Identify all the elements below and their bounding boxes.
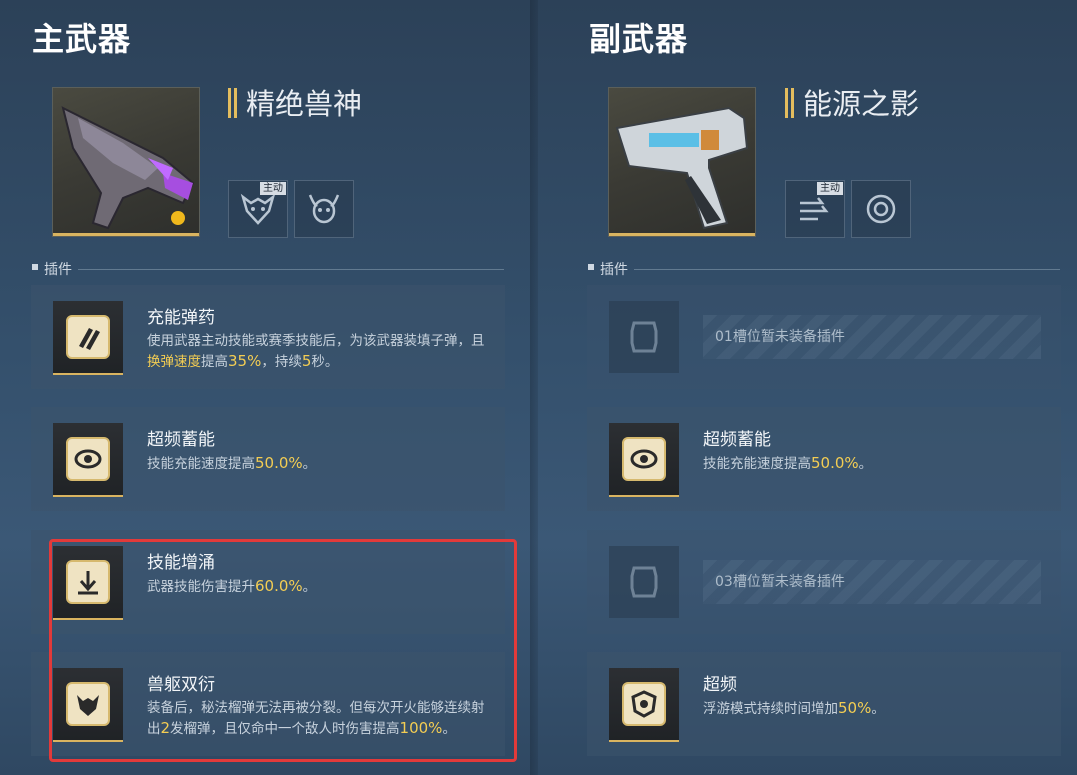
plugin-description: 使用武器主动技能或赛季技能后，为该武器装填子弹，且换弹速度提高35%，持续5秒。 [147, 333, 485, 370]
empty-slot-text: 01槽位暂未装备插件 [703, 315, 1041, 359]
plugin-title: 技能增涌 [147, 553, 215, 573]
plugin-title: 兽躯双衍 [147, 675, 215, 695]
beast-mask-icon [240, 193, 276, 225]
horned-skull-icon [308, 194, 340, 224]
secondary-weapon-title: 副武器 [589, 20, 689, 58]
plugin-icon-box [609, 668, 679, 742]
panel-divider [530, 0, 538, 775]
plugin-description: 浮游模式持续时间增加50%。 [703, 699, 885, 717]
primary-weapon-image[interactable] [52, 87, 200, 237]
section-label-text: 插件 [600, 262, 628, 278]
plugin-icon-box [53, 301, 123, 375]
plugin-description: 技能充能速度提高50.0%。 [147, 454, 317, 472]
active-tag: 主动 [260, 182, 286, 195]
secondary-weapon-image[interactable] [608, 87, 756, 237]
section-divider [78, 269, 504, 270]
secondary-skill-1[interactable]: 主动 [785, 180, 845, 238]
plugin-icon-box [609, 301, 679, 373]
secondary-skill-2[interactable] [851, 180, 911, 238]
eye-icon [74, 449, 102, 469]
plugin-description: 武器技能伤害提升60.0%。 [147, 577, 317, 595]
primary-weapon-name: 精绝兽神 [228, 86, 362, 122]
plugin-title: 充能弹药 [147, 308, 215, 328]
dash-arrows-icon [800, 197, 829, 221]
vortex-icon [866, 194, 896, 224]
empty-slot-icon [630, 566, 658, 598]
section-marker [32, 264, 38, 270]
shield-eye-icon [631, 690, 657, 718]
plugin-icon-box [53, 546, 123, 620]
plugin-slot-empty-3[interactable]: 03槽位暂未装备插件 [587, 530, 1061, 634]
secondary-weapon-panel: 副武器 能源之影 主动 插件 01槽位暂未装备插件 超频蓄能 技能充能速度提高5… [556, 0, 1076, 775]
plugin-card-2[interactable]: 超频蓄能 技能充能速度提高50.0%。 [587, 407, 1061, 511]
plugin-slot-empty-1[interactable]: 01槽位暂未装备插件 [587, 285, 1061, 389]
plugin-icon-box [53, 423, 123, 497]
primary-skill-1[interactable]: 主动 [228, 180, 288, 238]
plugin-description: 技能充能速度提高50.0%。 [703, 454, 873, 472]
bullets-icon [79, 328, 100, 350]
active-tag: 主动 [817, 182, 843, 195]
primary-weapon-title: 主武器 [32, 20, 132, 58]
secondary-weapon-name: 能源之影 [785, 86, 919, 122]
empty-slot-text: 03槽位暂未装备插件 [703, 560, 1041, 604]
plugin-icon-box [609, 423, 679, 497]
plugin-description: 装备后，秘法榴弹无法再被分裂。但每次开火能够连续射出2发榴弹，且仅命中一个敌人时… [147, 700, 485, 737]
section-marker [588, 264, 594, 270]
plugin-card-4[interactable]: 兽躯双衍 装备后，秘法榴弹无法再被分裂。但每次开火能够连续射出2发榴弹，且仅命中… [31, 652, 505, 756]
eye-icon [630, 449, 658, 469]
plugin-section-label: 插件 [588, 259, 1060, 279]
plugin-card-1[interactable]: 充能弹药 使用武器主动技能或赛季技能后，为该武器装填子弹，且换弹速度提高35%，… [31, 285, 505, 389]
primary-skill-2[interactable] [294, 180, 354, 238]
section-divider [634, 269, 1060, 270]
energy-pistol-icon [615, 106, 749, 230]
beast-head-icon [77, 695, 99, 716]
beast-rifle-icon [61, 106, 195, 230]
plugin-card-4[interactable]: 超频 浮游模式持续时间增加50%。 [587, 652, 1061, 756]
surge-arrow-icon [78, 571, 98, 595]
plugin-title: 超频蓄能 [703, 430, 771, 450]
plugin-icon-box [53, 668, 123, 742]
plugin-icon-box [609, 546, 679, 618]
plugin-title: 超频 [703, 675, 737, 695]
plugin-section-label: 插件 [32, 259, 504, 279]
plugin-card-3[interactable]: 技能增涌 武器技能伤害提升60.0%。 [31, 530, 505, 634]
primary-weapon-panel: 主武器 精绝兽神 主动 插件 充能弹药 使用武器主动技能或赛季技能后，为该武器装… [0, 0, 520, 775]
section-label-text: 插件 [44, 262, 72, 278]
plugin-card-2[interactable]: 超频蓄能 技能充能速度提高50.0%。 [31, 407, 505, 511]
plugin-title: 超频蓄能 [147, 430, 215, 450]
empty-slot-icon [630, 321, 658, 353]
